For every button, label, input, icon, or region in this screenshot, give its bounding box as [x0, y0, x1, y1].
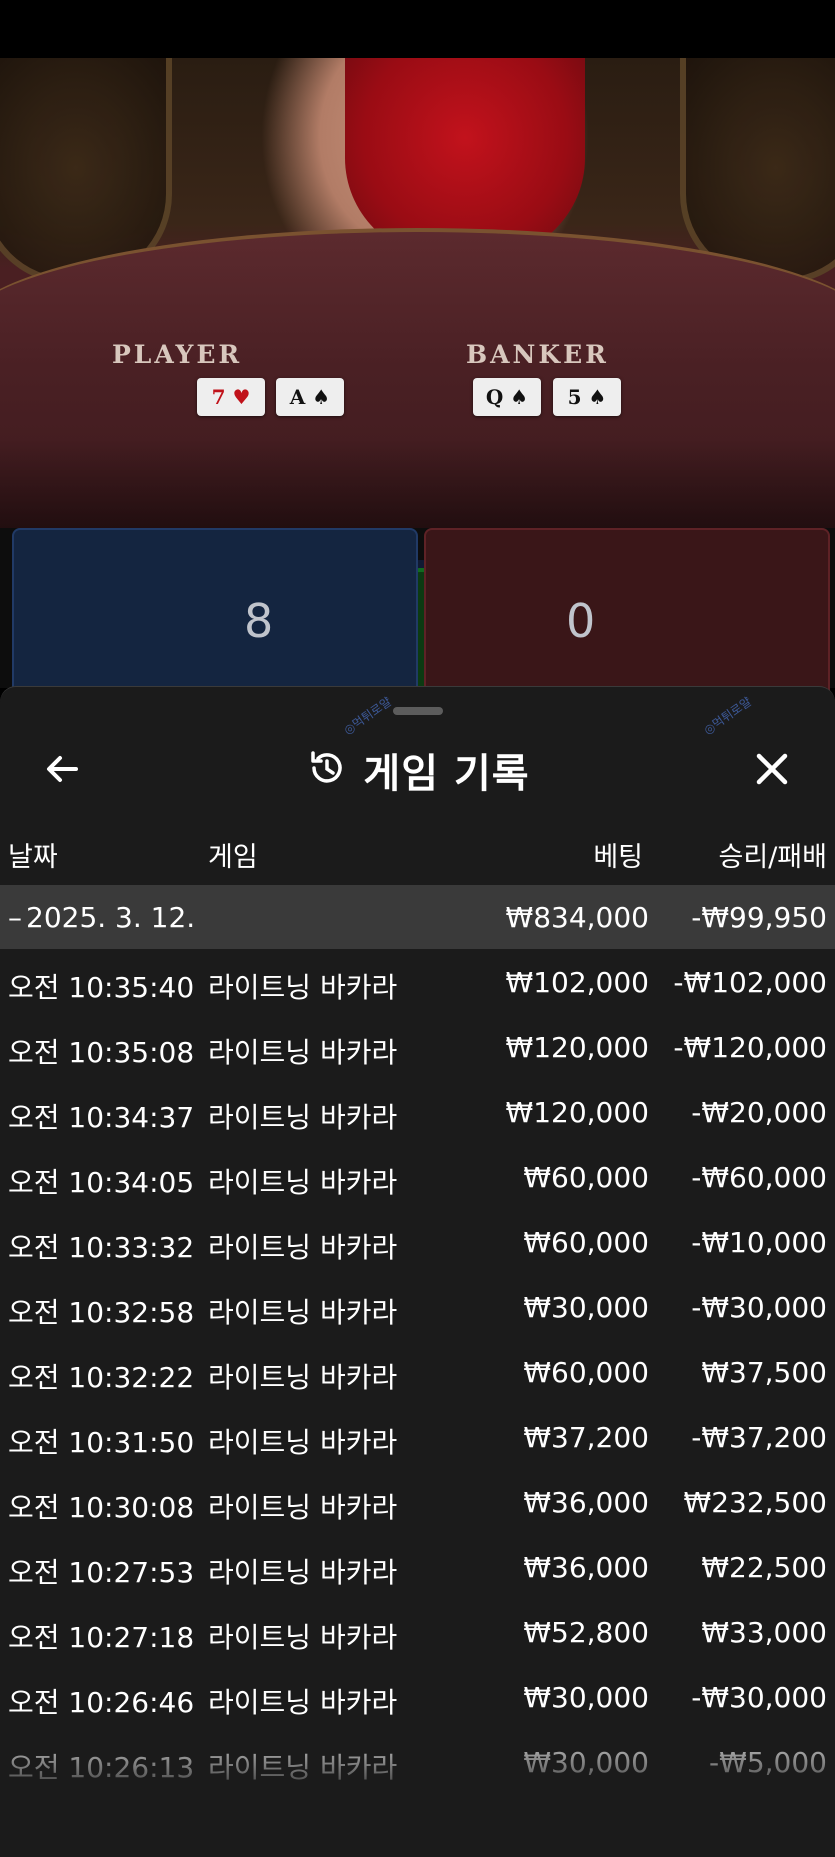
table-row[interactable]: 오전 10:27:53 라이트닝 바카라 ₩36,000 ₩22,500: [0, 1537, 835, 1602]
drag-handle[interactable]: [393, 707, 443, 715]
row-bet: ₩120,000: [505, 1031, 649, 1064]
table-row[interactable]: 오전 10:32:22 라이트닝 바카라 ₩60,000 ₩37,500: [0, 1342, 835, 1407]
row-result: -₩5,000: [709, 1746, 827, 1779]
row-game: 라이트닝 바카라: [208, 1686, 398, 1719]
panel-header: 게임 기록: [0, 727, 835, 807]
date-group-date: 2025. 3. 12.: [26, 901, 196, 934]
table-row[interactable]: 오전 10:27:18 라이트닝 바카라 ₩52,800 ₩33,000: [0, 1602, 835, 1667]
table-player-label: PLAYER: [112, 340, 243, 369]
table-row[interactable]: 오전 10:30:08 라이트닝 바카라 ₩36,000 ₩232,500: [0, 1472, 835, 1537]
row-bet: ₩120,000: [505, 1096, 649, 1129]
table-row[interactable]: 오전 10:35:40 라이트닝 바카라 ₩102,000 -₩102,000: [0, 952, 835, 1017]
banker-score: 0: [566, 594, 596, 648]
row-game: 라이트닝 바카라: [208, 1491, 398, 1524]
row-result: ₩37,500: [701, 1356, 827, 1389]
row-result: ₩232,500: [683, 1486, 827, 1519]
row-bet: ₩52,800: [523, 1616, 649, 1649]
row-game: 라이트닝 바카라: [208, 1036, 398, 1069]
player-bet-spot[interactable]: 8: [12, 528, 418, 692]
date-group-row[interactable]: – 2025. 3. 12. ₩834,000 -₩99,950: [0, 885, 835, 949]
row-result: -₩102,000: [673, 966, 827, 999]
table-row[interactable]: 오전 10:34:05 라이트닝 바카라 ₩60,000 -₩60,000: [0, 1147, 835, 1212]
table-row[interactable]: 오전 10:34:37 라이트닝 바카라 ₩120,000 -₩20,000: [0, 1082, 835, 1147]
row-time: 오전 10:32:58: [8, 1296, 195, 1329]
row-game: 라이트닝 바카라: [208, 1361, 398, 1394]
scoreboard: 8 0: [0, 528, 835, 862]
date-group-total-result: -₩99,950: [691, 901, 827, 934]
live-video-stream: PLAYER BANKER 7 ♥ A ♠ Q ♠ 5 ♠: [0, 58, 835, 528]
panel-title-group: 게임 기록: [0, 741, 835, 799]
date-group-total-bet: ₩834,000: [505, 901, 649, 934]
column-header-date: 날짜: [8, 842, 58, 873]
row-bet: ₩60,000: [523, 1161, 649, 1194]
row-time: 오전 10:26:46: [8, 1686, 195, 1719]
table-row[interactable]: 오전 10:31:50 라이트닝 바카라 ₩37,200 -₩37,200: [0, 1407, 835, 1472]
row-bet: ₩36,000: [523, 1551, 649, 1584]
table-row[interactable]: 오전 10:26:13 라이트닝 바카라 ₩30,000 -₩5,000: [0, 1732, 835, 1797]
row-result: -₩120,000: [673, 1031, 827, 1064]
history-clock-icon: [305, 746, 349, 794]
row-bet: ₩30,000: [523, 1291, 649, 1324]
row-bet: ₩30,000: [523, 1681, 649, 1714]
row-game: 라이트닝 바카라: [208, 1556, 398, 1589]
table-row[interactable]: 오전 10:33:32 라이트닝 바카라 ₩60,000 -₩10,000: [0, 1212, 835, 1277]
column-header-bet: 베팅: [593, 842, 643, 873]
banker-card-2: 5 ♠: [553, 378, 621, 416]
row-time: 오전 10:31:50: [8, 1426, 195, 1459]
status-bar: [0, 0, 835, 58]
row-bet: ₩36,000: [523, 1486, 649, 1519]
row-game: 라이트닝 바카라: [208, 1296, 398, 1329]
banker-bet-spot[interactable]: 0: [424, 528, 830, 692]
row-game: 라이트닝 바카라: [208, 1751, 398, 1784]
table-row[interactable]: 오전 10:26:46 라이트닝 바카라 ₩30,000 -₩30,000: [0, 1667, 835, 1732]
row-time: 오전 10:33:32: [8, 1231, 195, 1264]
row-time: 오전 10:34:37: [8, 1101, 195, 1134]
column-header-game: 게임: [208, 842, 258, 873]
row-time: 오전 10:34:05: [8, 1166, 195, 1199]
table-banker-label: BANKER: [466, 340, 609, 369]
banker-card-1: Q ♠: [473, 378, 541, 416]
row-bet: ₩37,200: [523, 1421, 649, 1454]
row-game: 라이트닝 바카라: [208, 971, 398, 1004]
player-card-1: 7 ♥: [197, 378, 265, 416]
column-header-result: 승리/패배: [718, 842, 827, 873]
row-bet: ₩60,000: [523, 1356, 649, 1389]
table-row[interactable]: 오전 10:35:08 라이트닝 바카라 ₩120,000 -₩120,000: [0, 1017, 835, 1082]
row-result: -₩10,000: [691, 1226, 827, 1259]
player-card-2: A ♠: [276, 378, 344, 416]
row-time: 오전 10:35:08: [8, 1036, 195, 1069]
row-result: -₩20,000: [691, 1096, 827, 1129]
row-time: 오전 10:27:53: [8, 1556, 195, 1589]
row-result: -₩30,000: [691, 1681, 827, 1714]
game-history-panel: 게임 기록 날짜 게임 베팅 승리/패배 – 2025. 3. 12. ₩834…: [0, 686, 835, 1857]
row-time: 오전 10:30:08: [8, 1491, 195, 1524]
row-bet: ₩30,000: [523, 1746, 649, 1779]
row-game: 라이트닝 바카라: [208, 1426, 398, 1459]
row-result: -₩37,200: [691, 1421, 827, 1454]
player-score: 8: [244, 594, 274, 648]
close-icon[interactable]: [748, 745, 796, 793]
page-title: 게임 기록: [363, 751, 530, 797]
row-bet: ₩60,000: [523, 1226, 649, 1259]
row-result: -₩30,000: [691, 1291, 827, 1324]
row-time: 오전 10:32:22: [8, 1361, 195, 1394]
row-result: -₩60,000: [691, 1161, 827, 1194]
row-result: ₩22,500: [701, 1551, 827, 1584]
row-game: 라이트닝 바카라: [208, 1621, 398, 1654]
row-time: 오전 10:27:18: [8, 1621, 195, 1654]
table-row[interactable]: 오전 10:32:58 라이트닝 바카라 ₩30,000 -₩30,000: [0, 1277, 835, 1342]
row-result: ₩33,000: [701, 1616, 827, 1649]
collapse-toggle[interactable]: –: [8, 901, 22, 934]
row-game: 라이트닝 바카라: [208, 1231, 398, 1264]
row-time: 오전 10:26:13: [8, 1751, 195, 1784]
row-game: 라이트닝 바카라: [208, 1101, 398, 1134]
row-bet: ₩102,000: [505, 966, 649, 999]
row-game: 라이트닝 바카라: [208, 1166, 398, 1199]
row-time: 오전 10:35:40: [8, 971, 195, 1004]
